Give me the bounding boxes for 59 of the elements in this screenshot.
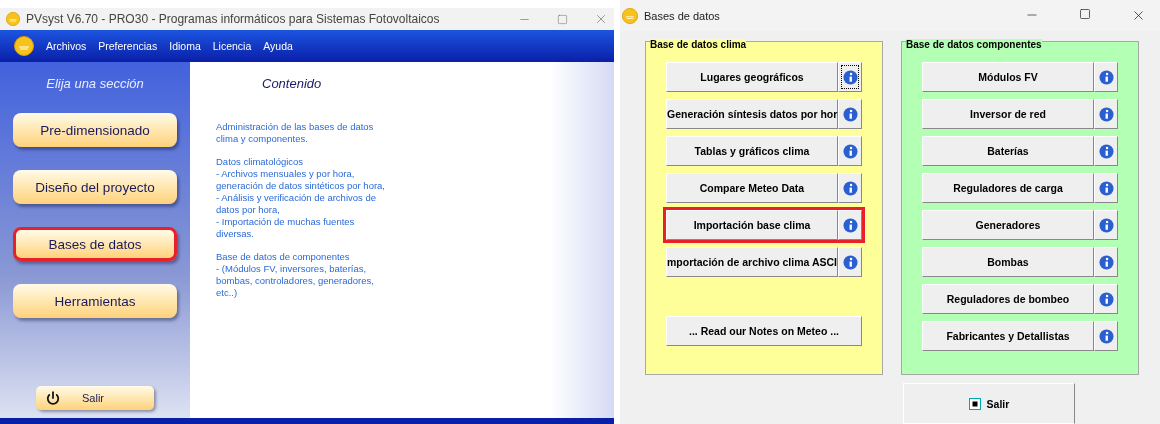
info-icon <box>842 69 858 85</box>
description-text: Datos climatológicos <box>216 156 305 168</box>
info-icon <box>1098 106 1114 122</box>
info-icon <box>1098 291 1114 307</box>
info-icon <box>842 106 858 122</box>
description-text: Administración de las bases de datos clima y componentes. <box>216 121 375 145</box>
database-button[interactable]: Fabricantes y Detallistas <box>922 321 1094 352</box>
info-icon <box>1098 328 1114 344</box>
sun-logo-icon <box>6 12 20 26</box>
window-title: Bases de datos <box>644 9 721 22</box>
menu-item[interactable]: Licencia <box>212 40 252 52</box>
menu-item[interactable]: Ayuda <box>263 40 293 52</box>
info-icon <box>842 217 858 233</box>
section-button[interactable]: Pre-dimensionado <box>13 113 177 147</box>
database-button[interactable]: Bombas <box>922 247 1094 278</box>
sidebar-heading: Elija una sección <box>46 76 144 91</box>
database-button[interactable]: mportación de archivo clima ASCI <box>666 247 838 278</box>
info-icon <box>1098 254 1114 270</box>
database-button[interactable]: Reguladores de bombeo <box>922 284 1094 315</box>
info-icon <box>1098 180 1114 196</box>
stop-icon <box>968 397 981 410</box>
maximize-icon[interactable] <box>1079 8 1091 21</box>
power-icon <box>46 391 60 405</box>
database-button[interactable]: Generación síntesis datos por hor <box>666 99 838 130</box>
info-icon <box>1098 143 1114 159</box>
database-button[interactable]: Reguladores de carga <box>922 173 1094 204</box>
description-text: - Análisis y verificación de archivos de datos por hora, <box>216 192 377 216</box>
database-button[interactable]: Tablas y gráficos clima <box>666 136 838 167</box>
database-button[interactable]: Lugares geográficos <box>666 62 838 93</box>
info-icon <box>842 180 858 196</box>
info-icon <box>1098 69 1114 85</box>
description-text: Base de datos de componentes <box>216 251 351 263</box>
description-text: - (Módulos FV, inversores, baterías, bombas, controladores, generadores, etc..) <box>216 263 375 299</box>
info-button[interactable] <box>838 62 862 93</box>
info-icon <box>842 143 858 159</box>
menu-item[interactable]: Idioma <box>169 40 201 52</box>
notes-button[interactable]: ... Read our Notes on Meteo ... <box>666 316 862 347</box>
content-heading: Contenido <box>262 76 323 91</box>
group-title: Base de datos clima <box>650 39 747 51</box>
database-button[interactable]: Generadores <box>922 210 1094 241</box>
menu-item[interactable]: Archivos <box>46 40 87 52</box>
description-text: - Importación de muchas fuentes diversas. <box>216 216 356 240</box>
exit-button[interactable]: Salir <box>36 386 154 410</box>
info-icon <box>1098 217 1114 233</box>
database-button[interactable]: Inversor de red <box>922 99 1094 130</box>
section-button[interactable]: Diseño del proyecto <box>13 170 177 204</box>
section-button[interactable]: Bases de datos <box>13 227 177 261</box>
window-title: PVsyst V6.70 - PRO30 - Programas informáticos para Sistemas Fotovoltaicos <box>26 12 441 26</box>
section-button[interactable]: Herramientas <box>13 284 177 318</box>
database-button[interactable]: Baterías <box>922 136 1094 167</box>
exit-button[interactable]: Salir <box>903 383 1075 424</box>
database-button[interactable]: Módulos FV <box>922 62 1094 93</box>
database-button[interactable]: Compare Meteo Data <box>666 173 838 204</box>
group-title: Base de datos componentes <box>906 39 1042 51</box>
info-icon <box>842 254 858 270</box>
description-text: - Archivos mensuales y por hora, generación de datos sintéticos por hora, <box>216 168 386 192</box>
sun-logo-icon <box>14 36 34 56</box>
menu-item[interactable]: Preferencias <box>98 40 158 52</box>
database-button[interactable]: Importación base clima <box>666 210 838 241</box>
